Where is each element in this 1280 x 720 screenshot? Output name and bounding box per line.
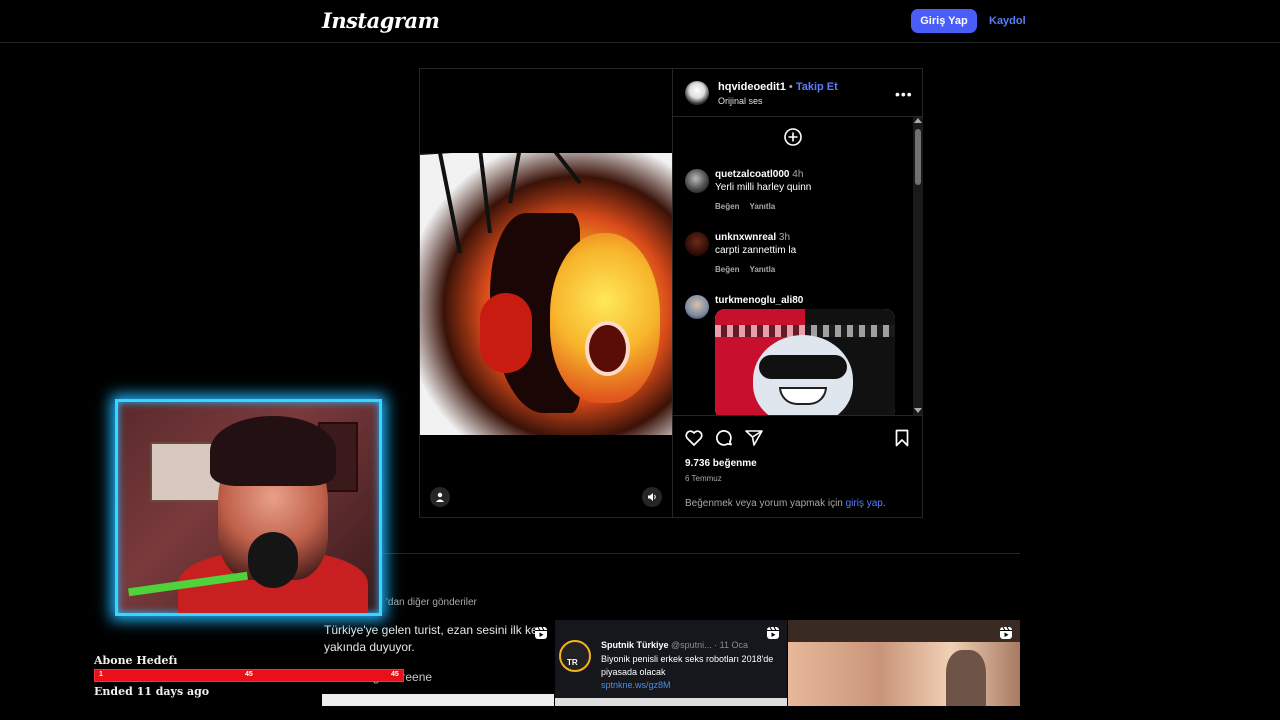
likes-count[interactable]: 9.736 beğenme xyxy=(685,458,757,469)
scroll-down-arrow-icon[interactable] xyxy=(914,408,922,413)
commenter-avatar[interactable] xyxy=(685,169,709,193)
commenter-avatar[interactable] xyxy=(685,232,709,256)
user-icon xyxy=(436,492,444,502)
thumbnail-account: Sputnik Türkiye xyxy=(601,640,669,650)
scroll-up-arrow-icon[interactable] xyxy=(914,118,922,123)
login-prompt-text: Beğenmek veya yorum yapmak için xyxy=(685,498,846,509)
thumbnail-caption: Biyonik penisli erkek seks robotları 201… xyxy=(601,654,774,677)
follow-button[interactable]: Takip Et xyxy=(796,81,838,93)
author-avatar[interactable] xyxy=(685,81,709,105)
goal-start-value: 1 xyxy=(99,671,103,678)
comment-time: 4h xyxy=(792,169,804,180)
goal-title: Abone Hedefı xyxy=(94,654,178,667)
headphone-shape xyxy=(480,293,532,373)
comment-text: Yerli milli harley quinn xyxy=(715,182,812,193)
heart-icon[interactable] xyxy=(684,428,704,448)
commenter-username[interactable]: quetzalcoatl000 xyxy=(715,169,789,180)
goal-progress-bar: 1 45 45 xyxy=(94,669,404,682)
microphone xyxy=(248,532,298,588)
bookmark-icon[interactable] xyxy=(892,428,912,448)
goal-status: Ended 11 days ago xyxy=(94,685,210,698)
login-prompt: Beğenmek veya yorum yapmak için giriş ya… xyxy=(685,498,886,509)
comment-text: carpti zannettim la xyxy=(715,245,797,256)
separator-dot: • xyxy=(785,81,796,93)
author-username[interactable]: hqvideoedit1 xyxy=(718,81,786,93)
comments-scrollbar[interactable] xyxy=(913,117,923,415)
thumbnail-handle: @sputni... · 11 Oca xyxy=(671,640,749,650)
thumbnail-link: sptnkne.ws/gz8M xyxy=(601,680,671,690)
goal-target-value: 45 xyxy=(391,671,399,678)
thumbnail-caption: Türkiye'ye gelen turist, ezan sesini ilk… xyxy=(324,623,544,654)
reel-icon xyxy=(535,626,547,639)
subscriber-goal-widget: Abone Hedefı 1 45 45 Ended 11 days ago xyxy=(94,654,414,704)
share-icon[interactable] xyxy=(744,428,764,448)
tagged-users-button[interactable] xyxy=(430,487,450,507)
login-prompt-suffix: . xyxy=(882,498,886,509)
more-post-thumbnail[interactable] xyxy=(788,620,1020,706)
commenter-username[interactable]: unknxwnreal xyxy=(715,232,776,243)
more-post-thumbnail[interactable]: TR Sputnik Türkiye @sputni... · 11 Oca B… xyxy=(555,620,787,706)
post-actions: 9.736 beğenme 6 Temmuz Beğenmek veya yor… xyxy=(673,415,923,517)
add-comment-icon[interactable] xyxy=(783,127,803,147)
video-frame xyxy=(420,153,672,435)
post-date: 6 Temmuz xyxy=(685,474,722,483)
top-navigation: Instagram Giriş Yap Kaydol xyxy=(0,0,1280,43)
goal-current-value: 45 xyxy=(245,671,253,678)
reply-comment-button[interactable]: Yanıtla xyxy=(749,202,775,211)
reel-icon xyxy=(1000,626,1012,639)
like-comment-button[interactable]: Beğen xyxy=(715,202,739,211)
comment-image[interactable] xyxy=(715,309,895,415)
comment-icon[interactable] xyxy=(714,428,734,448)
commenter-avatar[interactable] xyxy=(685,295,709,319)
scroll-thumb[interactable] xyxy=(915,129,921,185)
comments-list: quetzalcoatl000 4h Yerli milli harley qu… xyxy=(673,117,913,415)
speaker-icon xyxy=(648,493,656,501)
audio-label[interactable]: Orijinal ses xyxy=(718,96,763,106)
signup-link[interactable]: Kaydol xyxy=(989,15,1026,27)
face-shape xyxy=(550,233,660,403)
more-options-icon[interactable]: ••• xyxy=(895,86,913,102)
reel-icon xyxy=(767,626,779,639)
sputnik-logo: TR xyxy=(559,640,591,672)
section-divider xyxy=(322,553,1020,554)
post-sidebar: hqvideoedit1 • Takip Et Orijinal ses •••… xyxy=(672,69,923,517)
webcam-overlay xyxy=(115,399,382,616)
sputnik-logo-text: TR xyxy=(567,658,578,667)
reply-comment-button[interactable]: Yanıtla xyxy=(749,265,775,274)
like-comment-button[interactable]: Beğen xyxy=(715,265,739,274)
login-button[interactable]: Giriş Yap xyxy=(911,9,977,33)
sound-toggle-button[interactable] xyxy=(642,487,662,507)
post-video[interactable] xyxy=(420,69,672,517)
commenter-username[interactable]: turkmenoglu_ali80 xyxy=(715,295,803,306)
post-header: hqvideoedit1 • Takip Et Orijinal ses ••• xyxy=(673,69,923,117)
instagram-logo[interactable]: Instagram xyxy=(322,8,440,33)
comment-time: 3h xyxy=(778,232,791,243)
more-posts-heading[interactable]: 'dan diğer gönderiler xyxy=(386,597,477,608)
login-prompt-link[interactable]: giriş yap xyxy=(846,498,883,509)
mouth-shape xyxy=(585,321,630,376)
post-card: hqvideoedit1 • Takip Et Orijinal ses •••… xyxy=(419,68,923,518)
